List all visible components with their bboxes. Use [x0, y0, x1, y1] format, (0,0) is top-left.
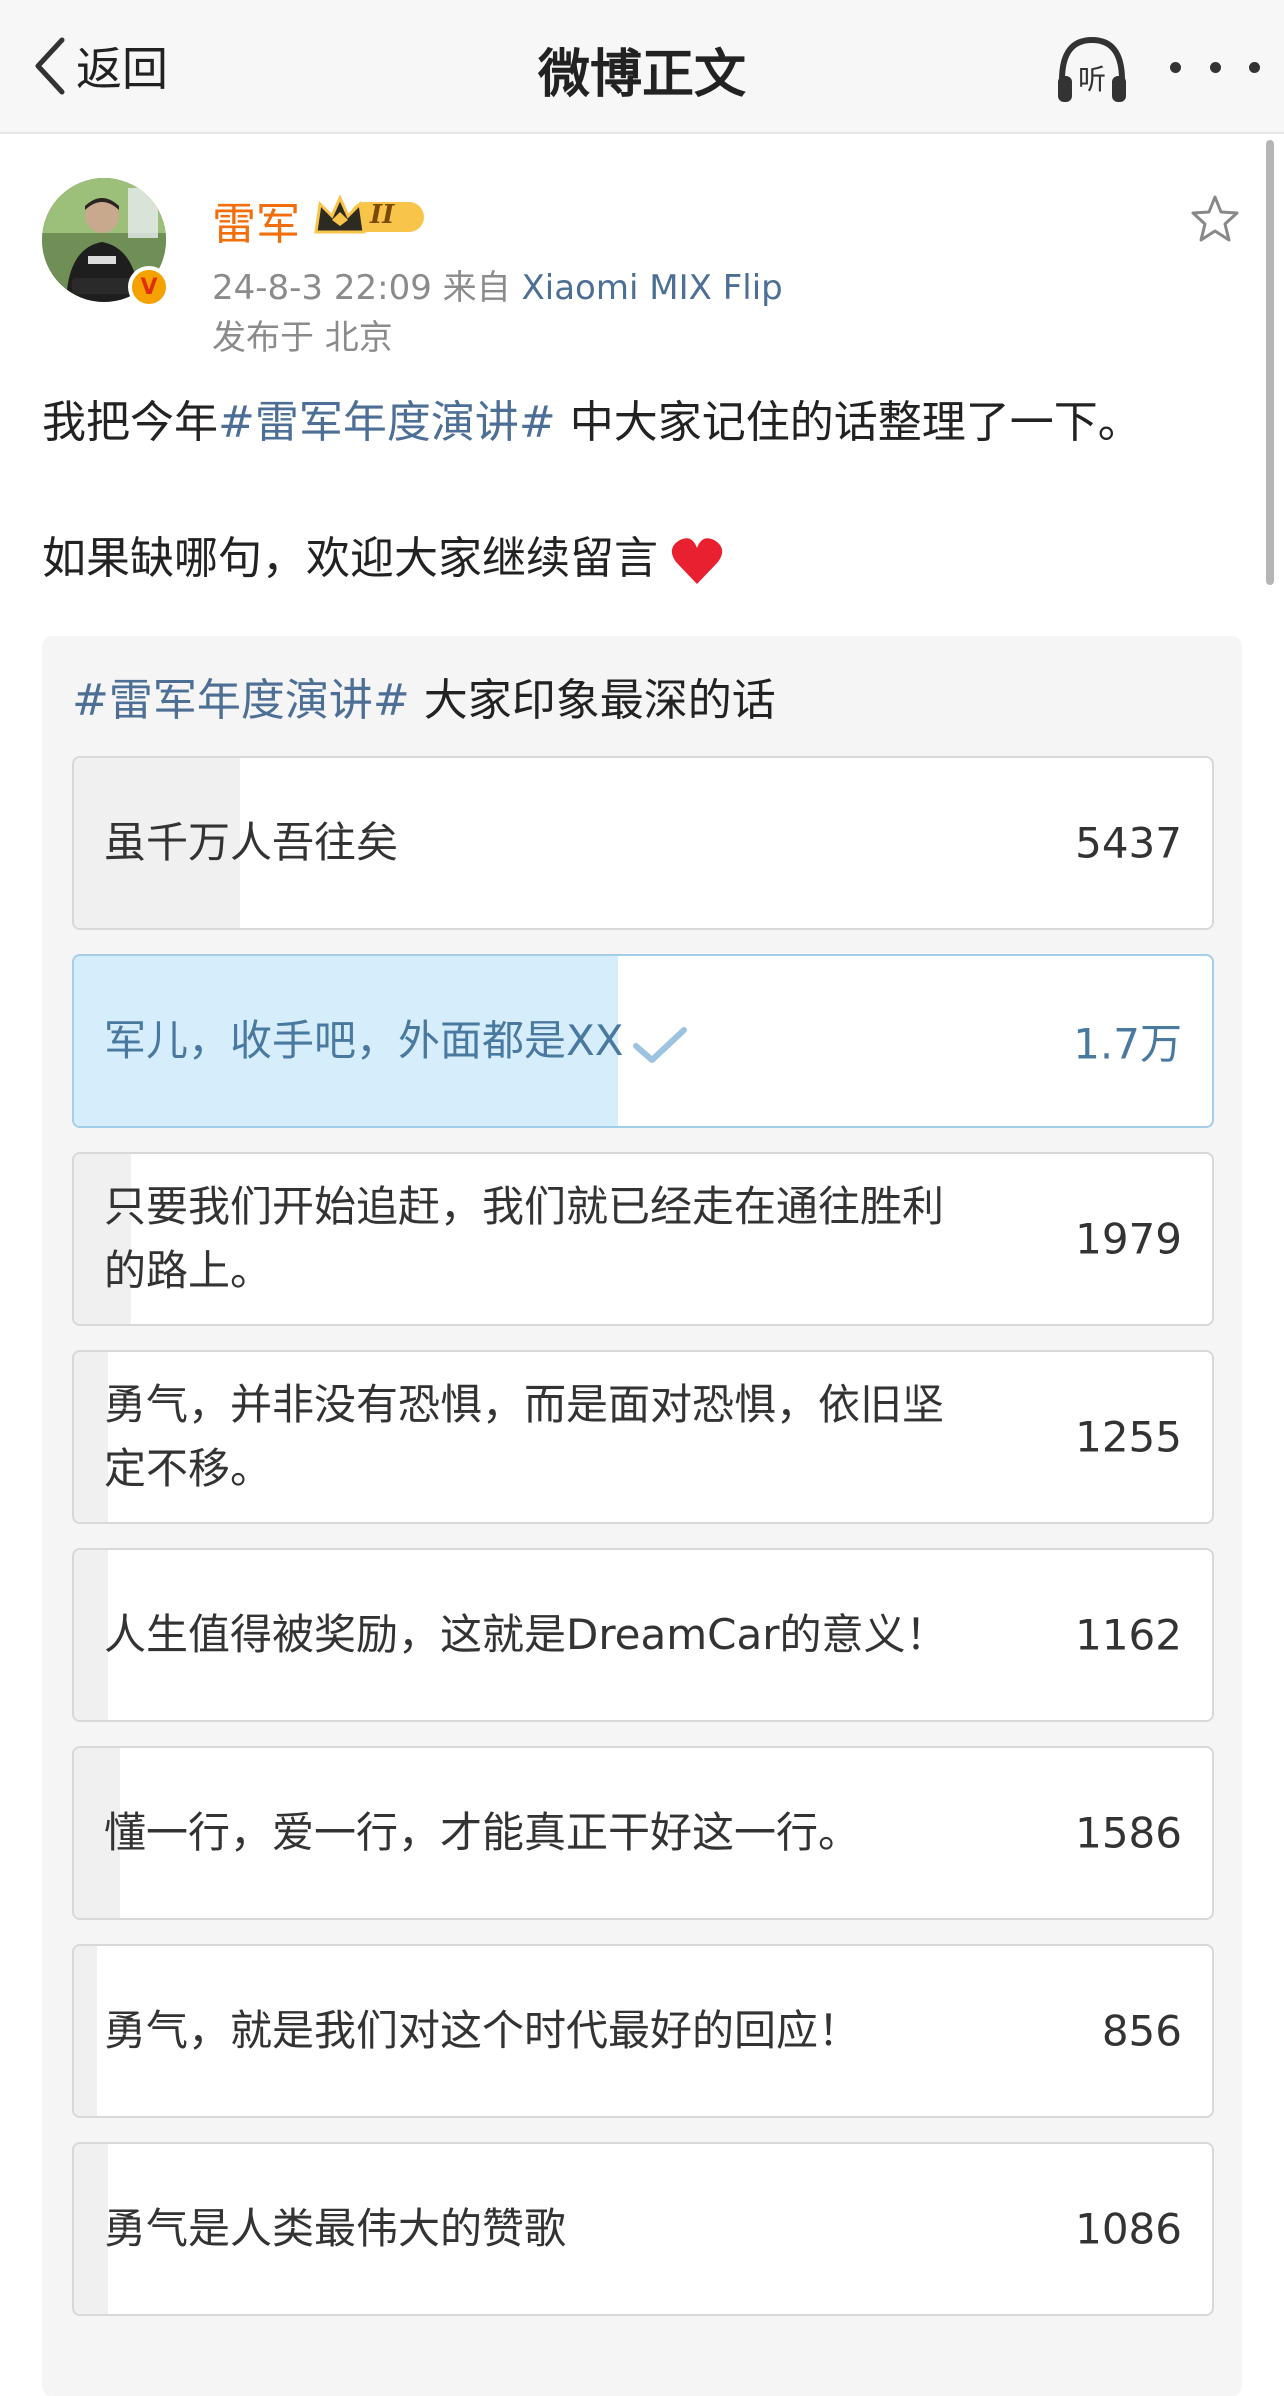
poll-option-progress-fill [74, 1352, 108, 1522]
post-text: 中大家记住的话整理了一下。 [555, 397, 1142, 448]
listen-label: 听 [1077, 63, 1106, 96]
more-dot-icon [1249, 61, 1260, 73]
topic-link[interactable]: #雷军年度演讲# [218, 397, 556, 448]
crown-vip-badge-icon[interactable] [312, 194, 428, 238]
poll-option-label: 虽千万人吾往矣 [104, 811, 984, 875]
scrollbar-thumb[interactable] [1266, 140, 1274, 585]
back-button[interactable]: 返回 [30, 30, 168, 102]
verified-mark: V [140, 274, 158, 300]
poll-option[interactable]: 懂一行，爱一行，才能真正干好这一行。 1586 [72, 1746, 1214, 1920]
post-time: 24-8-3 22:09 [212, 268, 432, 308]
poll-option-text: 懂一行，爱一行，才能真正干好这一行。 [104, 1808, 861, 1857]
poll-option-text: 军儿，收手吧，外面都是XX [104, 1016, 624, 1065]
poll-title-text: 大家印象最深的话 [409, 675, 776, 726]
more-dot-icon [1209, 61, 1221, 73]
poll-option-label: 勇气，并非没有恐惧，而是面对恐惧，依旧坚定不移。 [104, 1373, 984, 1501]
poll-option-progress-fill [74, 2144, 108, 2314]
more-dot-icon [1170, 61, 1181, 73]
poll-option-label: 勇气，就是我们对这个时代最好的回应！ [104, 1999, 984, 2063]
device-link[interactable]: Xiaomi MIX Flip [521, 268, 782, 308]
poll-option[interactable]: 军儿，收手吧，外面都是XX 1.7万 [72, 954, 1214, 1128]
poll-option-label: 军儿，收手吧，外面都是XX [104, 1009, 984, 1073]
poll-option-count: 856 [1101, 2006, 1182, 2056]
poll-option-count: 1586 [1075, 1808, 1182, 1858]
post-text: 我把今年 [42, 397, 218, 448]
poll-option[interactable]: 虽千万人吾往矣 5437 [72, 756, 1214, 930]
poll-topic-link[interactable]: #雷军年度演讲# [72, 675, 410, 726]
post-text-line-2: 如果缺哪句，欢迎大家继续留言 [42, 522, 724, 586]
red-heart-icon [671, 538, 723, 584]
source-prefix: 来自 [442, 268, 511, 308]
checkmark-icon [632, 1026, 687, 1063]
back-label: 返回 [76, 42, 168, 96]
poll-option-text: 人生值得被奖励，这就是DreamCar的意义！ [104, 1610, 948, 1659]
poll-option-text: 只要我们开始追赶，我们就已经走在通往胜利的路上。 [104, 1182, 945, 1295]
top-nav-bar: 返回 微博正文 听 [0, 0, 1284, 134]
poll-option-label: 懂一行，爱一行，才能真正干好这一行。 [104, 1801, 984, 1865]
listen-button[interactable]: 听 [1052, 30, 1132, 110]
poll-option-count: 5437 [1075, 818, 1182, 868]
poll-option-text: 勇气是人类最伟大的赞歌 [104, 2204, 567, 2253]
poll-option-count: 1.7万 [1073, 1019, 1182, 1069]
poll-option[interactable]: 只要我们开始追赶，我们就已经走在通往胜利的路上。 1979 [72, 1152, 1214, 1326]
poll-option-count: 1162 [1075, 1610, 1182, 1660]
poll-option[interactable]: 勇气，并非没有恐惧，而是面对恐惧，依旧坚定不移。 1255 [72, 1350, 1214, 1524]
poll-option-count: 1979 [1075, 1214, 1182, 1264]
post-meta: 24-8-3 22:09 来自 Xiaomi MIX Flip [212, 260, 783, 309]
author-name[interactable]: 雷军 [212, 188, 300, 252]
star-icon[interactable] [1190, 194, 1240, 244]
poll-option-label: 人生值得被奖励，这就是DreamCar的意义！ [104, 1603, 984, 1667]
more-options-button[interactable] [1170, 50, 1260, 84]
poll-option-count: 1086 [1075, 2204, 1182, 2254]
poll-option-text: 虽千万人吾往矣 [104, 818, 399, 867]
post-text-line-1: 我把今年#雷军年度演讲# 中大家记住的话整理了一下。 [42, 386, 1142, 450]
poll-option[interactable]: 勇气，就是我们对这个时代最好的回应！ 856 [72, 1944, 1214, 2118]
poll-option-text: 勇气，就是我们对这个时代最好的回应！ [104, 2006, 861, 2055]
chevron-left-icon [35, 37, 65, 95]
poll-option[interactable]: 人生值得被奖励，这就是DreamCar的意义！ 1162 [72, 1548, 1214, 1722]
poll-option[interactable]: 勇气是人类最伟大的赞歌 1086 [72, 2142, 1214, 2316]
poll-option-progress-fill [74, 1550, 108, 1720]
poll-title: #雷军年度演讲# 大家印象最深的话 [72, 664, 776, 728]
post-text: 如果缺哪句，欢迎大家继续留言 [42, 533, 658, 584]
poll-option-label: 只要我们开始追赶，我们就已经走在通往胜利的路上。 [104, 1175, 984, 1303]
poll-option-progress-fill [74, 1946, 97, 2116]
poll-option-count: 1255 [1075, 1412, 1182, 1462]
poll-option-text: 勇气，并非没有恐惧，而是面对恐惧，依旧坚定不移。 [104, 1380, 945, 1493]
post-location: 发布于 北京 [212, 318, 393, 358]
verified-badge: V [128, 266, 170, 308]
poll-option-label: 勇气是人类最伟大的赞歌 [104, 2197, 984, 2261]
